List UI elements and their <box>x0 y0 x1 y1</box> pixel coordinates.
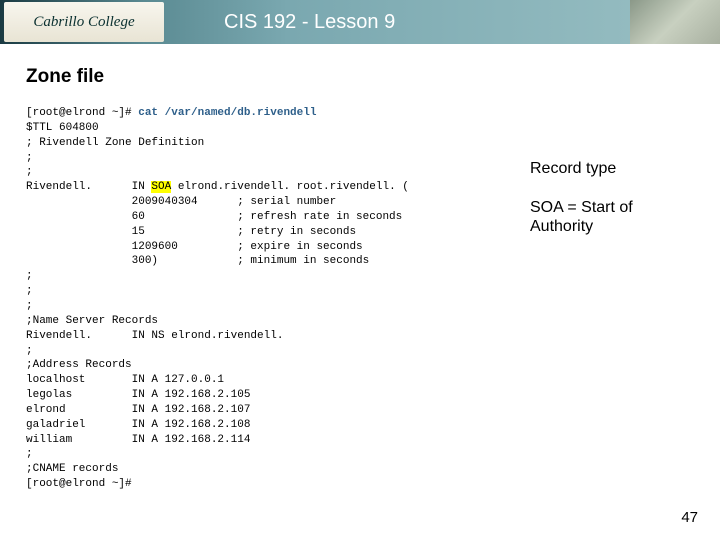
code-line: ; <box>26 270 33 282</box>
header-banner: Cabrillo College CIS 192 - Lesson 9 <box>0 0 720 44</box>
code-line: ; <box>26 300 33 312</box>
code-line: elrond IN A 192.168.2.107 <box>26 404 250 416</box>
code-line: ; <box>26 285 33 297</box>
code-line: ;CNAME records <box>26 463 118 475</box>
college-logo: Cabrillo College <box>4 2 164 42</box>
code-line: elrond.rivendell. root.rivendell. ( <box>171 181 409 193</box>
slide-title: CIS 192 - Lesson 9 <box>224 11 395 34</box>
code-line: ; <box>26 345 33 357</box>
code-line: 60 ; refresh rate in seconds <box>26 211 402 223</box>
header-photo <box>630 0 720 44</box>
shell-prompt: [root@elrond ~]# <box>26 478 132 490</box>
annotation-soa-line1: SOA = Start of <box>530 199 633 216</box>
soa-highlight: SOA <box>151 181 171 193</box>
code-line: localhost IN A 127.0.0.1 <box>26 374 224 386</box>
annotation-record-type: Record type <box>530 160 616 178</box>
code-line: ; <box>26 152 33 164</box>
code-line: $TTL 604800 <box>26 122 99 134</box>
code-line: galadriel IN A 192.168.2.108 <box>26 419 250 431</box>
shell-prompt: [root@elrond ~]# <box>26 107 138 119</box>
code-line: ; Rivendell Zone Definition <box>26 137 204 149</box>
code-line: Rivendell. IN NS elrond.rivendell. <box>26 330 283 342</box>
code-line: ; <box>26 166 33 178</box>
annotation-soa-line2: Authority <box>530 218 593 235</box>
code-line: ;Address Records <box>26 359 132 371</box>
section-heading: Zone file <box>26 66 720 88</box>
code-line: william IN A 192.168.2.114 <box>26 434 250 446</box>
annotation-soa: SOA = Start of Authority <box>530 198 633 236</box>
cat-command: cat /var/named/db.rivendell <box>138 107 316 119</box>
code-line: 1209600 ; expire in seconds <box>26 241 363 253</box>
code-line: 15 ; retry in seconds <box>26 226 356 238</box>
code-line: 300) ; minimum in seconds <box>26 255 369 267</box>
code-line: legolas IN A 192.168.2.105 <box>26 389 250 401</box>
page-number: 47 <box>681 509 698 526</box>
code-line: ; <box>26 448 33 460</box>
code-line: 2009040304 ; serial number <box>26 196 336 208</box>
code-line: Rivendell. IN <box>26 181 151 193</box>
code-line: ;Name Server Records <box>26 315 158 327</box>
